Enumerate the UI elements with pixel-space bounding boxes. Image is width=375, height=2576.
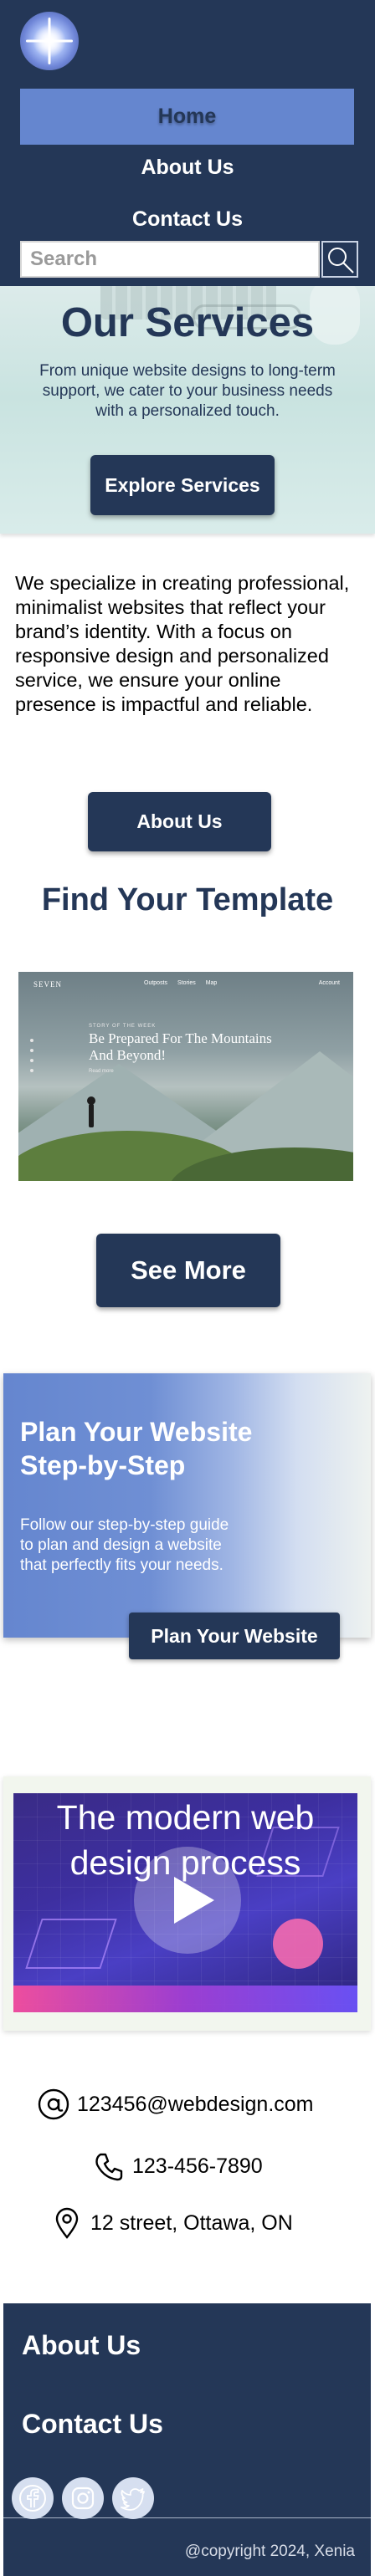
contact-phone[interactable]: 123-456-7890 [132,2154,263,2179]
contact-email-row[interactable]: 123456@webdesign.com [37,2088,314,2121]
template-brand: SEVEN [33,980,62,989]
instagram-link[interactable] [62,2477,104,2519]
plan-description: Follow our step-by-step guide to plan an… [20,1516,229,1574]
see-more-button[interactable]: See More [96,1234,280,1307]
contact-email[interactable]: 123456@webdesign.com [77,2093,314,2117]
footer-about-link[interactable]: About Us [22,2330,141,2361]
twitter-link[interactable] [112,2477,154,2519]
hero-title: Our Services [60,300,315,345]
search-icon [328,248,354,273]
video-player[interactable]: The modern web design process [13,1793,357,2012]
plan-title: Plan Your Website Step-by-Step [20,1417,253,1480]
template-read-more: Read more [89,1069,114,1074]
template-account: Account [318,980,340,986]
plan-website-card: Plan Your Website Step-by-Step Follow ou… [3,1373,371,1659]
footer-divider [3,2517,371,2518]
nav-contact-link[interactable]: Contact Us [0,207,375,232]
hero-subtitle: From unique website designs to long-term… [39,362,336,420]
find-template-heading: Find Your Template [41,882,334,917]
footer-contact-link[interactable]: Contact Us [22,2409,163,2440]
template-heading: Be Prepared For The Mountains And Beyond… [89,1030,272,1063]
site-header: Home About Us Contact Us [0,0,375,286]
star-logo[interactable] [20,12,79,70]
video-deco-blob [273,1919,323,1969]
at-sign-icon [38,2088,69,2120]
search-button[interactable] [321,241,358,278]
search-input[interactable] [20,241,320,278]
hiker-figure [87,1096,95,1127]
contact-address: 12 street, Ottawa, ON [90,2211,293,2235]
site-footer: About Us Contact Us [3,2303,371,2576]
copyright-text: @copyright 2024, Xenia [184,2543,355,2560]
phone-icon [95,2153,123,2181]
facebook-link[interactable] [12,2477,54,2519]
nav-about-link[interactable]: About Us [0,156,375,180]
about-us-button[interactable]: About Us [88,792,271,851]
explore-services-button[interactable]: Explore Services [90,455,275,515]
template-nav: Outposts Stories Map [144,980,218,986]
template-preview-image[interactable]: SEVEN Outposts Stories Map Account STORY… [18,972,353,1181]
star-icon [26,18,73,64]
video-deco-bar [13,1986,357,2012]
intro-paragraph: We specialize in creating professional, … [15,572,350,715]
template-slider-dots [30,1039,33,1081]
contact-address-row: 12 street, Ottawa, ON [50,2206,293,2240]
facebook-icon [19,2485,46,2512]
play-button[interactable] [134,1847,241,1954]
twitter-icon [121,2488,145,2511]
location-pin-icon [55,2207,79,2239]
hero-section: Our Services From unique website designs… [0,286,375,534]
template-kicker: STORY OF THE WEEK [89,1024,157,1029]
nav-home-link[interactable]: Home [20,89,354,145]
contact-phone-row[interactable]: 123-456-7890 [92,2149,263,2183]
instagram-icon [71,2487,95,2510]
video-section: The modern web design process [3,1776,371,2031]
plan-website-button[interactable]: Plan Your Website [129,1613,340,1659]
